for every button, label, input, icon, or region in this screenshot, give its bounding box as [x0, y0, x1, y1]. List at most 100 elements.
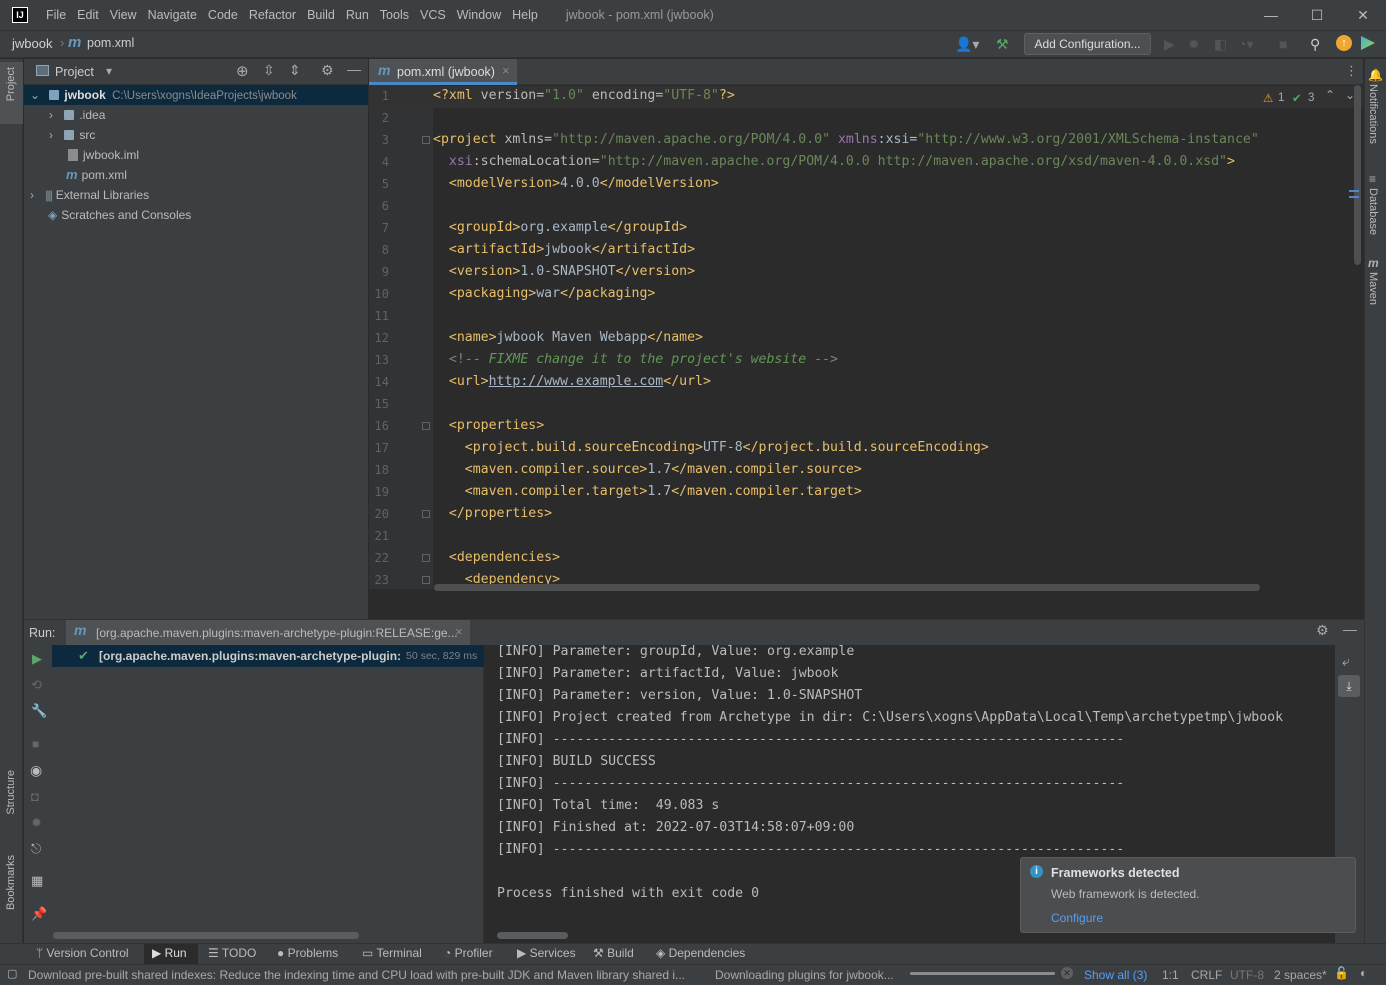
tab-dependencies[interactable]: ◈ Dependencies — [656, 946, 745, 960]
line-number[interactable]: 23 — [369, 573, 389, 587]
minimize-button[interactable]: — — [1248, 0, 1294, 30]
tree-item-src[interactable]: › src — [24, 125, 368, 145]
hide-panel-icon[interactable]: — — [347, 61, 361, 77]
close-window-button[interactable]: ✕ — [1340, 0, 1386, 30]
show-all-link[interactable]: Show all (3) — [1084, 968, 1147, 982]
tab-run[interactable]: ▶ Run — [152, 946, 187, 960]
exit-icon[interactable]: ⎋ — [31, 841, 41, 857]
debug-icon[interactable]: ✹ — [1188, 36, 1200, 53]
tab-version-control[interactable]: ᛘ Version Control — [36, 946, 129, 960]
code-line[interactable]: <packaging>war</packaging> — [433, 283, 655, 305]
notifications-tool-button[interactable]: Notifications — [1367, 84, 1379, 144]
search-icon[interactable]: ⚲ — [1310, 36, 1320, 53]
code-line[interactable]: <dependencies> — [433, 547, 560, 569]
update-icon[interactable]: ↑ — [1336, 35, 1352, 51]
line-number[interactable]: 9 — [369, 265, 389, 279]
tab-services[interactable]: ▶ Services — [517, 946, 576, 960]
code-line[interactable]: <groupId>org.example</groupId> — [433, 217, 687, 239]
locate-icon[interactable]: ⊕ — [236, 62, 249, 80]
menu-window[interactable]: Window — [457, 8, 501, 22]
tab-profiler[interactable]: ◔ Profiler — [444, 946, 493, 960]
weak-warning-icon[interactable]: ✔ — [1292, 91, 1302, 105]
project-tool-button[interactable]: Project — [5, 67, 17, 101]
line-number[interactable]: 20 — [369, 507, 389, 521]
fold-marker-icon[interactable] — [422, 136, 430, 144]
camera-icon[interactable]: ◘ — [31, 789, 39, 804]
line-number[interactable]: 8 — [369, 243, 389, 257]
menu-edit[interactable]: Edit — [77, 8, 99, 22]
run-tree-scrollbar[interactable] — [53, 932, 359, 939]
rerun-failed-icon[interactable]: ⟲ — [31, 677, 42, 693]
code-line[interactable]: <project.build.sourceEncoding>UTF-8</pro… — [433, 437, 989, 459]
line-number[interactable]: 11 — [369, 309, 389, 323]
tree-item-scratches[interactable]: ◈ Scratches and Consoles — [24, 205, 368, 225]
user-icon[interactable]: 👤▾ — [955, 36, 979, 53]
lock-icon[interactable]: 🔓 — [1334, 966, 1349, 980]
caret-position[interactable]: 1:1 — [1162, 968, 1179, 982]
chevron-right-icon[interactable]: › — [30, 188, 34, 202]
more-options-icon[interactable]: ⋮ — [1345, 63, 1358, 79]
file-encoding[interactable]: UTF-8 — [1230, 968, 1264, 982]
coverage-icon[interactable]: ◧ — [1214, 36, 1227, 53]
fold-marker-icon[interactable] — [422, 576, 430, 584]
line-number[interactable]: 7 — [369, 221, 389, 235]
code-line[interactable]: <properties> — [433, 415, 544, 437]
project-view-selector[interactable]: Project — [55, 65, 94, 79]
code-line[interactable]: <maven.compiler.source>1.7</maven.compil… — [433, 459, 862, 481]
soft-wrap-icon[interactable]: ⤶ — [1342, 653, 1350, 670]
vertical-scrollbar[interactable] — [1354, 85, 1361, 265]
build-hammer-icon[interactable]: ⚒ — [996, 36, 1009, 53]
memory-indicator-icon[interactable]: ◐ — [1360, 966, 1367, 980]
tab-terminal[interactable]: ▭ Terminal — [362, 946, 422, 960]
line-number[interactable]: 19 — [369, 485, 389, 499]
tree-item-external-libraries[interactable]: › ||| External Libraries — [24, 185, 368, 205]
line-number[interactable]: 10 — [369, 287, 389, 301]
breadcrumb-file[interactable]: pom.xml — [87, 36, 134, 50]
maximize-button[interactable]: ☐ — [1294, 0, 1340, 30]
chevron-up-icon[interactable]: ⌃ — [1325, 88, 1335, 102]
add-configuration-button[interactable]: Add Configuration... — [1024, 33, 1151, 55]
menu-code[interactable]: Code — [208, 8, 238, 22]
menu-run[interactable]: Run — [346, 8, 369, 22]
line-number[interactable]: 12 — [369, 331, 389, 345]
indent-setting[interactable]: 2 spaces* — [1274, 968, 1327, 982]
line-number[interactable]: 5 — [369, 177, 389, 191]
status-window-icon[interactable]: ▢ — [7, 967, 17, 980]
code-line[interactable]: <!-- FIXME change it to the project's we… — [433, 349, 838, 371]
menu-tools[interactable]: Tools — [380, 8, 409, 22]
fold-marker-icon[interactable] — [422, 510, 430, 518]
line-number[interactable]: 6 — [369, 199, 389, 213]
tree-item-pom[interactable]: m pom.xml — [24, 165, 368, 185]
line-number[interactable]: 2 — [369, 111, 389, 125]
status-message[interactable]: Download pre-built shared indexes: Reduc… — [28, 968, 698, 982]
tree-item-jwbook[interactable]: ⌄ jwbook C:\Users\xogns\IdeaProjects\jwb… — [24, 85, 368, 105]
code-line[interactable]: <url>http://www.example.com</url> — [433, 371, 711, 393]
code-line[interactable]: <?xml version="1.0" encoding="UTF-8"?> — [433, 85, 735, 107]
code-line[interactable]: xsi:schemaLocation="http://maven.apache.… — [433, 151, 1235, 173]
gear-icon[interactable]: ⚙ — [321, 62, 334, 79]
line-number[interactable]: 13 — [369, 353, 389, 367]
tab-todo[interactable]: ☰ TODO — [208, 946, 256, 960]
profile-icon[interactable]: ◔▾ — [1238, 36, 1253, 53]
collapse-all-icon[interactable]: ⇕ — [289, 62, 301, 79]
horizontal-scrollbar[interactable] — [434, 584, 1260, 591]
gear-icon[interactable]: ⚙ — [1316, 622, 1329, 639]
code-line[interactable]: <version>1.0-SNAPSHOT</version> — [433, 261, 695, 283]
line-number[interactable]: 21 — [369, 529, 389, 543]
tab-problems[interactable]: ● Problems — [277, 946, 338, 960]
tab-build[interactable]: ⚒ Build — [593, 946, 634, 960]
warning-icon[interactable]: ⚠ — [1263, 91, 1273, 105]
menu-navigate[interactable]: Navigate — [148, 8, 197, 22]
menu-vcs[interactable]: VCS — [420, 8, 446, 22]
run-tab-close-button[interactable]: × — [455, 624, 463, 639]
menu-view[interactable]: View — [110, 8, 137, 22]
chevron-right-icon[interactable]: › — [49, 128, 53, 142]
menu-file[interactable]: File — [46, 8, 66, 22]
tree-item-idea[interactable]: › .idea — [24, 105, 368, 125]
layout-icon[interactable]: ▦ — [31, 873, 43, 889]
line-separator[interactable]: CRLF — [1191, 968, 1222, 982]
menu-build[interactable]: Build — [307, 8, 335, 22]
code-line[interactable]: <name>jwbook Maven Webapp</name> — [433, 327, 703, 349]
run-icon[interactable]: ▶ — [1164, 36, 1175, 53]
code-line[interactable]: <artifactId>jwbook</artifactId> — [433, 239, 695, 261]
